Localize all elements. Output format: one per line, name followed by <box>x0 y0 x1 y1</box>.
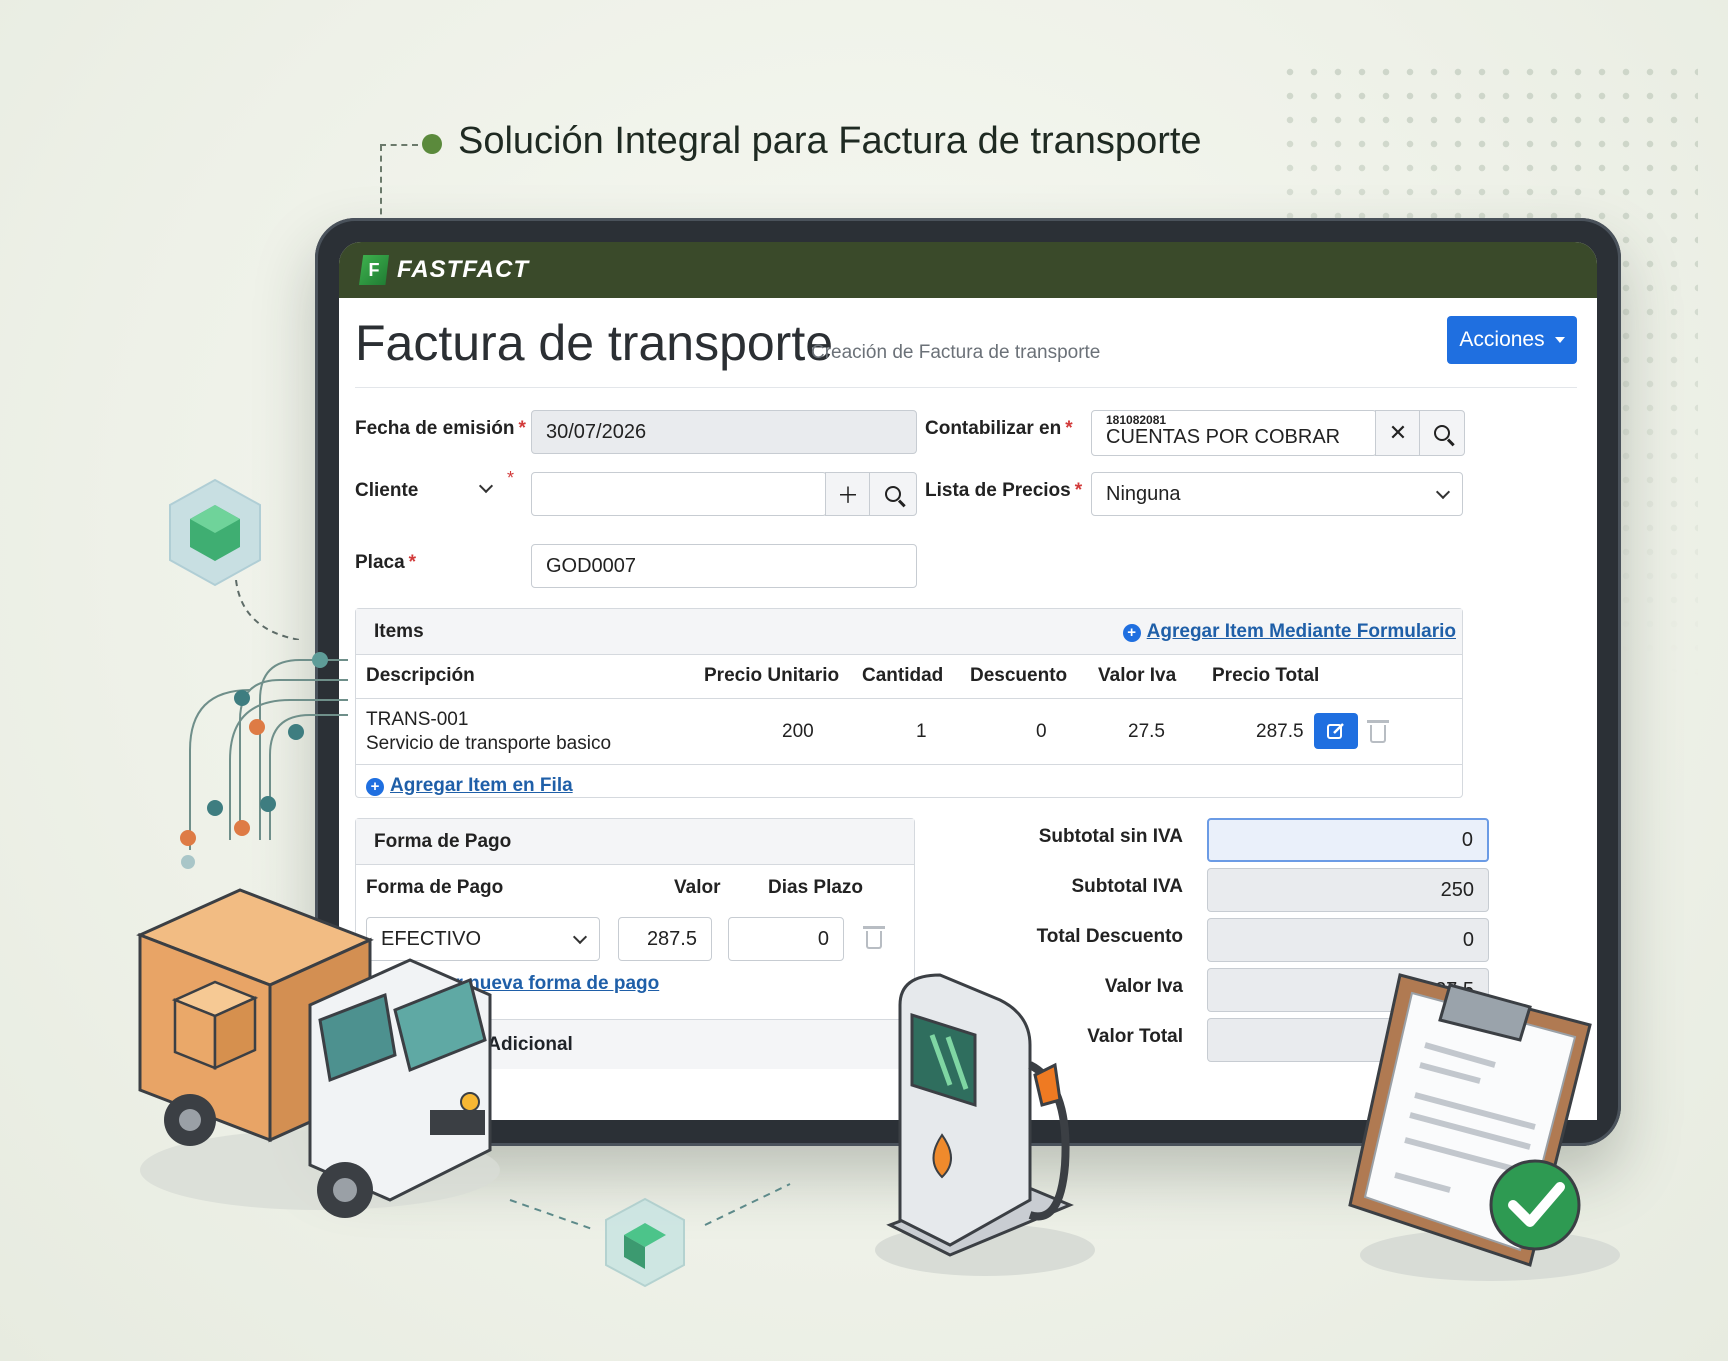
col-precio-total: Precio Total <box>1212 665 1320 686</box>
search-icon <box>885 486 901 502</box>
item-precio: 200 <box>782 721 814 742</box>
subtotal-iva-label: Subtotal IVA <box>1071 876 1183 897</box>
total-descuento-label: Total Descuento <box>1036 926 1183 947</box>
search-account-button[interactable] <box>1419 410 1465 456</box>
app-bar: F FASTFACT <box>339 242 1597 298</box>
payment-value-input[interactable]: 287.5 <box>618 917 712 961</box>
close-icon: ✕ <box>1388 420 1408 445</box>
edit-item-button[interactable] <box>1314 713 1358 749</box>
page-subtitle: Creación de Factura de transporte <box>811 342 1101 363</box>
col-descripcion: Descripción <box>366 665 475 686</box>
col-descuento: Descuento <box>970 665 1068 686</box>
payment-panel-header: Forma de Pago <box>356 819 914 865</box>
add-item-form-link[interactable]: + Agregar Item Mediante Formulario <box>1122 621 1456 643</box>
fastfact-logo-icon: F <box>359 255 389 285</box>
lista-precios-select[interactable]: Ninguna <box>1091 472 1463 516</box>
search-icon <box>1434 425 1450 441</box>
col-valor-iva: Valor Iva <box>1098 665 1177 686</box>
page-title: Factura de transporte <box>355 315 834 371</box>
trash-icon[interactable] <box>1367 720 1389 743</box>
plus-icon: ＋ <box>836 483 859 508</box>
subtotal-sin-iva-value[interactable]: 0 <box>1207 818 1489 862</box>
chevron-down-icon <box>1435 484 1451 500</box>
item-cantidad: 1 <box>916 721 927 742</box>
glass-cube-icon <box>169 478 261 587</box>
items-panel-header: Items + Agregar Item Mediante Formulario <box>356 609 1462 655</box>
placa-input[interactable]: GOD0007 <box>531 544 917 588</box>
delivery-truck-illustration <box>136 888 500 1218</box>
fecha-label: Fecha de emisión * <box>355 418 526 439</box>
clipboard-checkmark-illustration <box>1348 973 1620 1281</box>
caret-down-icon <box>1554 337 1565 343</box>
cliente-dropdown-toggle[interactable] <box>478 478 494 496</box>
col-dias-plazo: Dias Plazo <box>768 877 864 898</box>
page-header: Factura de transporte Creación de Factur… <box>355 314 1577 388</box>
account-name: CUENTAS POR COBRAR <box>1106 426 1341 448</box>
add-cliente-button[interactable]: ＋ <box>825 472 871 516</box>
dashed-connector-bottom <box>509 1183 791 1231</box>
total-descuento-value[interactable]: 0 <box>1207 918 1489 962</box>
subtotal-sin-iva-label: Subtotal sin IVA <box>1038 826 1183 847</box>
app-logo-text: FASTFACT <box>397 256 529 283</box>
plus-circle-icon: + <box>366 777 384 796</box>
col-precio-unitario: Precio Unitario <box>704 665 840 686</box>
items-title: Items <box>374 620 424 642</box>
edit-icon <box>1327 723 1344 739</box>
items-panel: Items + Agregar Item Mediante Formulario … <box>355 608 1463 798</box>
trash-icon[interactable] <box>863 926 885 949</box>
fuel-pump-illustration <box>875 973 1095 1276</box>
subtotal-iva-value[interactable]: 250 <box>1207 868 1489 912</box>
account-code: 181082081 <box>1106 413 1167 427</box>
plus-circle-icon: + <box>1122 623 1141 642</box>
items-table-header: Descripción Precio Unitario Cantidad Des… <box>356 655 1462 699</box>
add-item-row-link[interactable]: + Agregar Item en Fila <box>366 775 573 797</box>
payment-days-input[interactable]: 0 <box>728 917 844 961</box>
item-iva: 27.5 <box>1128 721 1165 742</box>
chevron-down-icon <box>478 478 494 494</box>
clear-account-button[interactable]: ✕ <box>1375 410 1421 456</box>
cliente-required-mark: * <box>507 468 515 488</box>
fecha-input[interactable]: 30/07/2026 <box>531 410 917 454</box>
search-cliente-button[interactable] <box>869 472 917 516</box>
placa-label: Placa * <box>355 552 417 573</box>
item-code: TRANS-001 <box>366 709 469 730</box>
cliente-input[interactable] <box>531 472 827 516</box>
item-description: Servicio de transporte basico <box>366 733 612 754</box>
bullet-dot <box>422 134 442 154</box>
headline-text: Solución Integral para Factura de transp… <box>458 120 1202 162</box>
dashed-connector <box>235 580 301 640</box>
connector-line <box>380 145 382 225</box>
cliente-label: Cliente <box>355 480 419 501</box>
item-descuento: 0 <box>1036 721 1047 742</box>
actions-button[interactable]: Acciones <box>1447 316 1577 364</box>
table-row: TRANS-001 Servicio de transporte basico … <box>356 699 1462 765</box>
lista-precios-label: Lista de Precios * <box>925 480 1083 501</box>
contabilizar-field[interactable]: 181082081 CUENTAS POR COBRAR <box>1091 410 1377 456</box>
col-valor: Valor <box>674 877 721 898</box>
contabilizar-label: Contabilizar en * <box>925 418 1073 439</box>
item-total: 287.5 <box>1256 721 1304 742</box>
col-cantidad: Cantidad <box>862 665 944 686</box>
chevron-down-icon <box>572 929 588 945</box>
